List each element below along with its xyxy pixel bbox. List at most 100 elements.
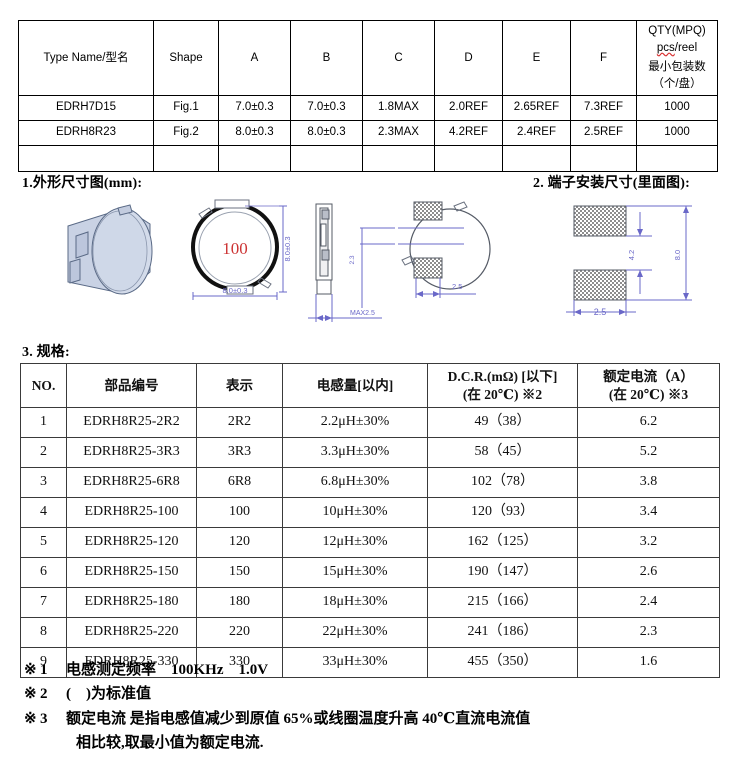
- spec-cell-dcr: 215（166）: [427, 587, 578, 618]
- cell-d: 2.0REF: [434, 94, 503, 121]
- cell-qty: 1000: [636, 119, 718, 146]
- cell-d: 4.2REF: [434, 119, 503, 146]
- spec-cell-marking: 120: [196, 527, 283, 558]
- table-row-empty: [18, 144, 718, 172]
- section-heading-terminal: 2. 端子安装尺寸(里面图):: [533, 176, 690, 191]
- terminal-pad-top: [413, 201, 443, 221]
- spec-cell-rated-current: 5.2: [577, 437, 720, 468]
- current-header-line1: 额定电流（A）: [603, 368, 694, 384]
- cell-shape: [153, 144, 219, 172]
- side-view-max-dimension: MAX2.5: [350, 310, 375, 317]
- spec-cell-rated-current: 6.2: [577, 407, 720, 438]
- dimension-table-container: Type Name/型名 Shape A B C D E F QTY(MPQ) …: [18, 20, 718, 172]
- table-row: 5 EDRH8R25-120 120 12μH±30% 162（125） 3.2: [20, 527, 720, 558]
- spec-cell-no: 3: [20, 467, 67, 498]
- cell-b: [290, 144, 363, 172]
- footnote-1-number: 1: [40, 662, 48, 678]
- cell-a: [218, 144, 291, 172]
- cell-a: 7.0±0.3: [218, 94, 291, 121]
- spec-cell-inductance: 18μH±30%: [282, 587, 428, 618]
- spec-cell-marking: 220: [196, 617, 283, 648]
- spec-cell-marking: 6R8: [196, 467, 283, 498]
- spec-cell-dcr: 49（38）: [427, 407, 578, 438]
- spec-cell-no: 8: [20, 617, 67, 648]
- footnotes: ※ 1 电感测定频率 100KHz 1.0V ※ 2( )为标准值 ※ 3 额定电流 是指…: [24, 658, 724, 755]
- cell-qty: [636, 144, 718, 172]
- section-heading-spec: 3. 规格:: [22, 345, 70, 360]
- spec-cell-no: 7: [20, 587, 67, 618]
- col-header-d: D: [434, 20, 503, 96]
- spec-col-header-dcr: D.C.R.(mΩ) [以下] (在 20℃) ※2: [427, 363, 578, 408]
- top-view-marking-text: 100: [222, 239, 248, 258]
- spec-cell-rated-current: 3.4: [577, 497, 720, 528]
- qty-header-chinese: 最小包装数（个/盘）: [648, 61, 706, 91]
- spec-cell-no: 6: [20, 557, 67, 588]
- spec-col-header-marking: 表示: [196, 363, 283, 408]
- cell-a: 8.0±0.3: [218, 119, 291, 146]
- dimension-table-header-row: Type Name/型名 Shape A B C D E F QTY(MPQ) …: [18, 20, 718, 96]
- spec-cell-no: 4: [20, 497, 67, 528]
- spec-cell-inductance: 6.8μH±30%: [282, 467, 428, 498]
- col-header-c: C: [362, 20, 435, 96]
- spec-cell-marking: 100: [196, 497, 283, 528]
- top-view-width-dimension: 8.0±0.3: [223, 286, 248, 295]
- mounting-height-dimension: 8.0: [673, 250, 682, 260]
- spec-cell-dcr: 120（93）: [427, 497, 578, 528]
- footnote-1-mark: ※: [24, 662, 37, 678]
- col-header-f: F: [570, 20, 637, 96]
- spec-cell-dcr: 241（186）: [427, 617, 578, 648]
- footnote-3-number: 3: [40, 710, 48, 727]
- spec-col-header-rated-current: 额定电流（A） (在 20℃) ※3: [577, 363, 720, 408]
- spec-table-header-row: NO. 部品编号 表示 电感量[以内] D.C.R.(mΩ) [以下] (在 2…: [20, 363, 720, 408]
- cell-f: 2.5REF: [570, 119, 637, 146]
- table-row: 7 EDRH8R25-180 180 18μH±30% 215（166） 2.4: [20, 587, 720, 618]
- specification-table-container: NO. 部品编号 表示 电感量[以内] D.C.R.(mΩ) [以下] (在 2…: [20, 363, 720, 678]
- footnote-3-continuation: 相比较,取最小值为额定电流.: [76, 734, 264, 751]
- spec-cell-rated-current: 3.8: [577, 467, 720, 498]
- cell-b: 7.0±0.3: [290, 94, 363, 121]
- dcr-header-line1: D.C.R.(mΩ) [以下]: [447, 368, 558, 384]
- spec-cell-dcr: 58（45）: [427, 437, 578, 468]
- cell-shape: Fig.2: [153, 119, 219, 146]
- cell-c: 1.8MAX: [362, 94, 435, 121]
- cell-qty: 1000: [636, 94, 718, 121]
- dimension-table: Type Name/型名 Shape A B C D E F QTY(MPQ) …: [18, 20, 718, 172]
- spec-cell-inductance: 12μH±30%: [282, 527, 428, 558]
- spec-cell-dcr: 190（147）: [427, 557, 578, 588]
- spec-col-header-inductance: 电感量[以内]: [282, 363, 428, 408]
- spec-cell-part-number: EDRH8R25-2R2: [66, 407, 197, 438]
- spec-cell-rated-current: 2.3: [577, 617, 720, 648]
- spec-cell-marking: 2R2: [196, 407, 283, 438]
- spec-cell-part-number: EDRH8R25-100: [66, 497, 197, 528]
- footnote-1-text: 电感测定频率 100KHz 1.0V: [66, 662, 269, 678]
- spec-cell-marking: 3R3: [196, 437, 283, 468]
- cell-type-name: [18, 144, 154, 172]
- footnote-2: ※ 2 ( )为标准值: [24, 682, 724, 706]
- spec-cell-dcr: 162（125）: [427, 527, 578, 558]
- side-view-drawing: MAX2.5 2.3: [308, 203, 395, 322]
- spec-cell-part-number: EDRH8R25-220: [66, 617, 197, 648]
- spec-col-header-no: NO.: [20, 363, 67, 408]
- col-header-e: E: [502, 20, 571, 96]
- specification-table: NO. 部品编号 表示 电感量[以内] D.C.R.(mΩ) [以下] (在 2…: [20, 363, 720, 678]
- spec-cell-part-number: EDRH8R25-6R8: [66, 467, 197, 498]
- footnote-2-mark: ※: [24, 686, 37, 703]
- terminal-mounting-drawing: 2.5 4.2 8.0: [566, 205, 692, 317]
- isometric-inductor-drawing: [67, 204, 153, 295]
- cell-f: [570, 144, 637, 172]
- cell-type-name: EDRH7D15: [18, 94, 154, 121]
- spec-col-header-part-number: 部品编号: [66, 363, 197, 408]
- table-row: 1 EDRH8R25-2R2 2R2 2.2μH±30% 49（38） 6.2: [20, 407, 720, 438]
- cell-shape: Fig.1: [153, 94, 219, 121]
- col-header-a: A: [218, 20, 291, 96]
- footnote-3-mark: ※: [24, 710, 37, 727]
- dcr-header-line2: (在 20℃) ※2: [462, 386, 543, 402]
- spec-cell-no: 5: [20, 527, 67, 558]
- col-header-b: B: [290, 20, 363, 96]
- spec-cell-inductance: 3.3μH±30%: [282, 437, 428, 468]
- spec-cell-rated-current: 2.6: [577, 557, 720, 588]
- cell-b: 8.0±0.3: [290, 119, 363, 146]
- spec-cell-inductance: 10μH±30%: [282, 497, 428, 528]
- footnote-1: ※ 1 电感测定频率 100KHz 1.0V: [24, 658, 724, 682]
- footnote-3-text: 额定电流 是指电感值减少到原值 65%或线圈温度升高 40℃直流电流值: [66, 710, 531, 727]
